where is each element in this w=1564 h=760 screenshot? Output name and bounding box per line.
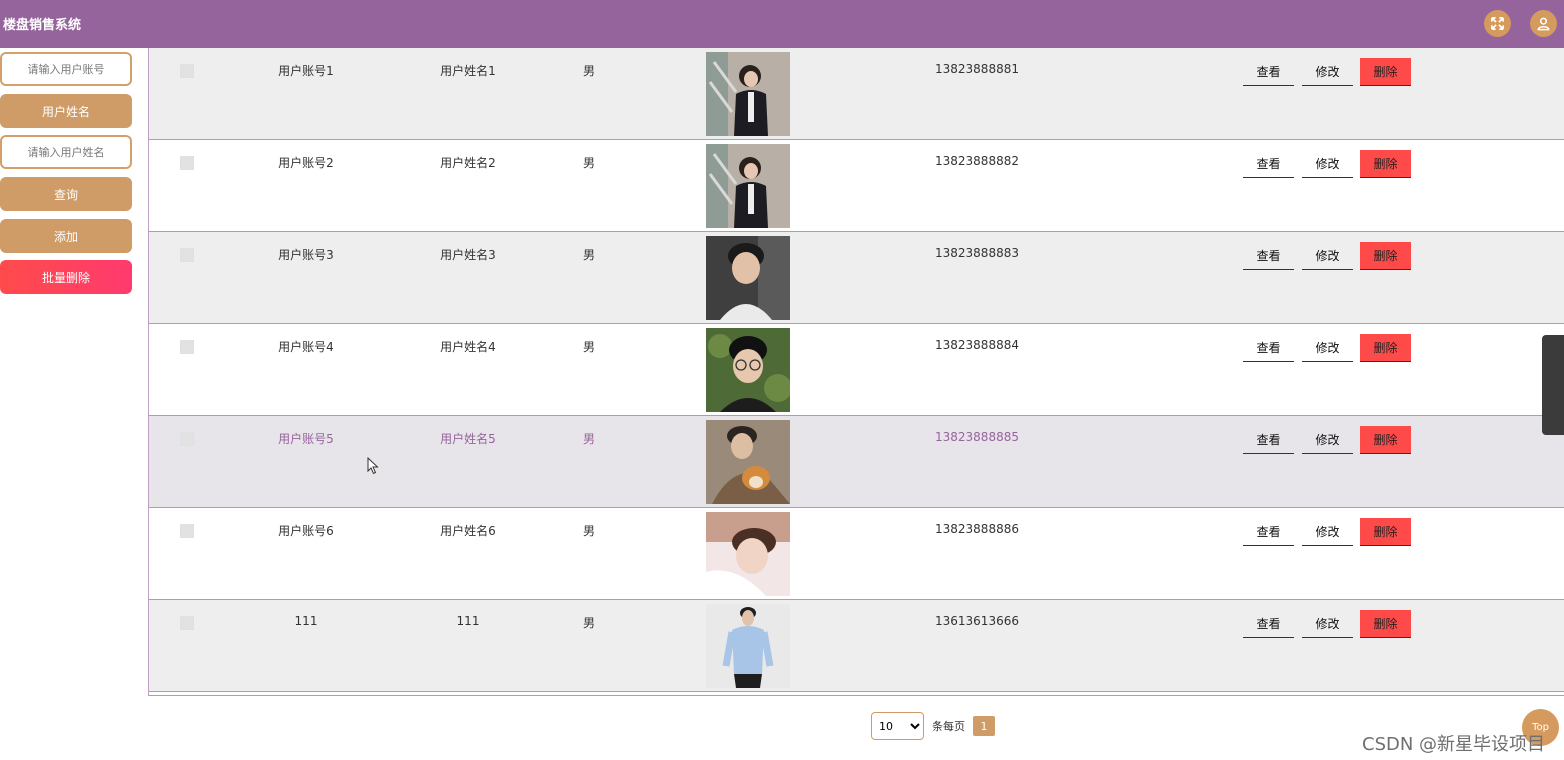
sex-cell: 男 bbox=[582, 524, 595, 538]
delete-button[interactable]: 删除 bbox=[1360, 242, 1411, 270]
account-cell: 用户账号4 bbox=[278, 340, 334, 354]
row-checkbox[interactable] bbox=[180, 156, 194, 170]
page-size-select[interactable]: 10 bbox=[871, 712, 924, 740]
sex-cell: 男 bbox=[582, 616, 595, 630]
row-checkbox[interactable] bbox=[180, 524, 194, 538]
page-number-button[interactable]: 1 bbox=[973, 716, 995, 736]
name-search-input[interactable] bbox=[0, 135, 132, 169]
delete-button[interactable]: 删除 bbox=[1360, 334, 1411, 362]
mouse-cursor-icon bbox=[367, 457, 379, 475]
table-row: 用户账号1 用户姓名1 男 13823888881 查看 修改 删除 bbox=[149, 48, 1564, 140]
fullscreen-icon[interactable] bbox=[1484, 10, 1511, 37]
table-row: 111 111 男 13613613666 查看 修改 删除 bbox=[149, 600, 1564, 692]
name-cell: 用户姓名1 bbox=[440, 64, 496, 78]
watermark: CSDN @新星毕设项目 bbox=[1362, 734, 1546, 755]
row-checkbox[interactable] bbox=[180, 616, 194, 630]
phone-cell: 13823888883 bbox=[935, 246, 1019, 260]
sex-cell: 男 bbox=[582, 432, 595, 446]
user-photo bbox=[706, 328, 790, 412]
sex-cell: 男 bbox=[582, 340, 595, 354]
edit-button[interactable]: 修改 bbox=[1302, 150, 1353, 178]
delete-button[interactable]: 删除 bbox=[1360, 610, 1411, 638]
table-row: 用户账号5 用户姓名5 男 13823888885 查看 修改 删除 bbox=[149, 416, 1564, 508]
name-cell: 用户姓名6 bbox=[440, 524, 496, 538]
user-photo bbox=[706, 604, 790, 688]
view-button[interactable]: 查看 bbox=[1243, 334, 1294, 362]
view-button[interactable]: 查看 bbox=[1243, 518, 1294, 546]
table-row: 用户账号3 用户姓名3 男 13823888883 查看 修改 删除 bbox=[149, 232, 1564, 324]
delete-button[interactable]: 删除 bbox=[1360, 58, 1411, 86]
table-row: 用户账号2 用户姓名2 男 13823888882 查看 修改 删除 bbox=[149, 140, 1564, 232]
name-cell: 111 bbox=[456, 614, 480, 628]
account-cell: 用户账号5 bbox=[278, 432, 334, 446]
user-photo bbox=[706, 52, 790, 136]
name-cell: 用户姓名2 bbox=[440, 156, 496, 170]
phone-cell: 13823888885 bbox=[935, 430, 1019, 444]
sex-cell: 男 bbox=[582, 64, 595, 78]
add-button[interactable]: 添加 bbox=[0, 219, 132, 253]
side-panel-toggle[interactable] bbox=[1542, 335, 1564, 435]
edit-button[interactable]: 修改 bbox=[1302, 518, 1353, 546]
account-search-input[interactable] bbox=[0, 52, 132, 86]
phone-cell: 13823888886 bbox=[935, 522, 1019, 536]
name-label-button[interactable]: 用户姓名 bbox=[0, 94, 132, 128]
batch-delete-button[interactable]: 批量删除 bbox=[0, 260, 132, 294]
phone-cell: 13613613666 bbox=[935, 614, 1019, 628]
account-cell: 用户账号2 bbox=[278, 156, 334, 170]
view-button[interactable]: 查看 bbox=[1243, 58, 1294, 86]
account-cell: 用户账号3 bbox=[278, 248, 334, 262]
user-photo bbox=[706, 144, 790, 228]
edit-button[interactable]: 修改 bbox=[1302, 242, 1353, 270]
edit-button[interactable]: 修改 bbox=[1302, 610, 1353, 638]
view-button[interactable]: 查看 bbox=[1243, 610, 1294, 638]
user-photo bbox=[706, 512, 790, 596]
table-row: 用户账号6 用户姓名6 男 13823888886 查看 修改 删除 bbox=[149, 508, 1564, 600]
view-button[interactable]: 查看 bbox=[1243, 242, 1294, 270]
phone-cell: 13823888881 bbox=[935, 62, 1019, 76]
user-photo bbox=[706, 236, 790, 320]
table-row: 用户账号4 用户姓名4 男 13823888884 查看 修改 删除 bbox=[149, 324, 1564, 416]
row-checkbox[interactable] bbox=[180, 248, 194, 262]
view-button[interactable]: 查看 bbox=[1243, 150, 1294, 178]
name-cell: 用户姓名4 bbox=[440, 340, 496, 354]
per-page-label: 条每页 bbox=[932, 720, 965, 733]
sex-cell: 男 bbox=[582, 248, 595, 262]
view-button[interactable]: 查看 bbox=[1243, 426, 1294, 454]
account-cell: 111 bbox=[294, 614, 318, 628]
account-cell: 用户账号1 bbox=[278, 64, 334, 78]
delete-button[interactable]: 删除 bbox=[1360, 518, 1411, 546]
user-photo bbox=[706, 420, 790, 504]
phone-cell: 13823888884 bbox=[935, 338, 1019, 352]
name-cell: 用户姓名3 bbox=[440, 248, 496, 262]
user-icon[interactable] bbox=[1530, 10, 1557, 37]
row-checkbox[interactable] bbox=[180, 340, 194, 354]
phone-cell: 13823888882 bbox=[935, 154, 1019, 168]
edit-button[interactable]: 修改 bbox=[1302, 58, 1353, 86]
app-title: 楼盘销售系统 bbox=[3, 18, 82, 33]
sex-cell: 男 bbox=[582, 156, 595, 170]
account-cell: 用户账号6 bbox=[278, 524, 334, 538]
row-checkbox[interactable] bbox=[180, 64, 194, 78]
search-button[interactable]: 查询 bbox=[0, 177, 132, 211]
delete-button[interactable]: 删除 bbox=[1360, 150, 1411, 178]
row-checkbox[interactable] bbox=[180, 432, 194, 446]
delete-button[interactable]: 删除 bbox=[1360, 426, 1411, 454]
sidebar: 用户姓名 查询 添加 批量删除 bbox=[0, 48, 148, 760]
edit-button[interactable]: 修改 bbox=[1302, 426, 1353, 454]
pagination: 10 条每页 1 bbox=[871, 712, 995, 740]
top-bar: 楼盘销售系统 bbox=[0, 0, 1564, 48]
user-table: 用户账号1 用户姓名1 男 13823888881 查看 修改 删除 用户账号2… bbox=[148, 48, 1564, 696]
edit-button[interactable]: 修改 bbox=[1302, 334, 1353, 362]
name-cell: 用户姓名5 bbox=[440, 432, 496, 446]
